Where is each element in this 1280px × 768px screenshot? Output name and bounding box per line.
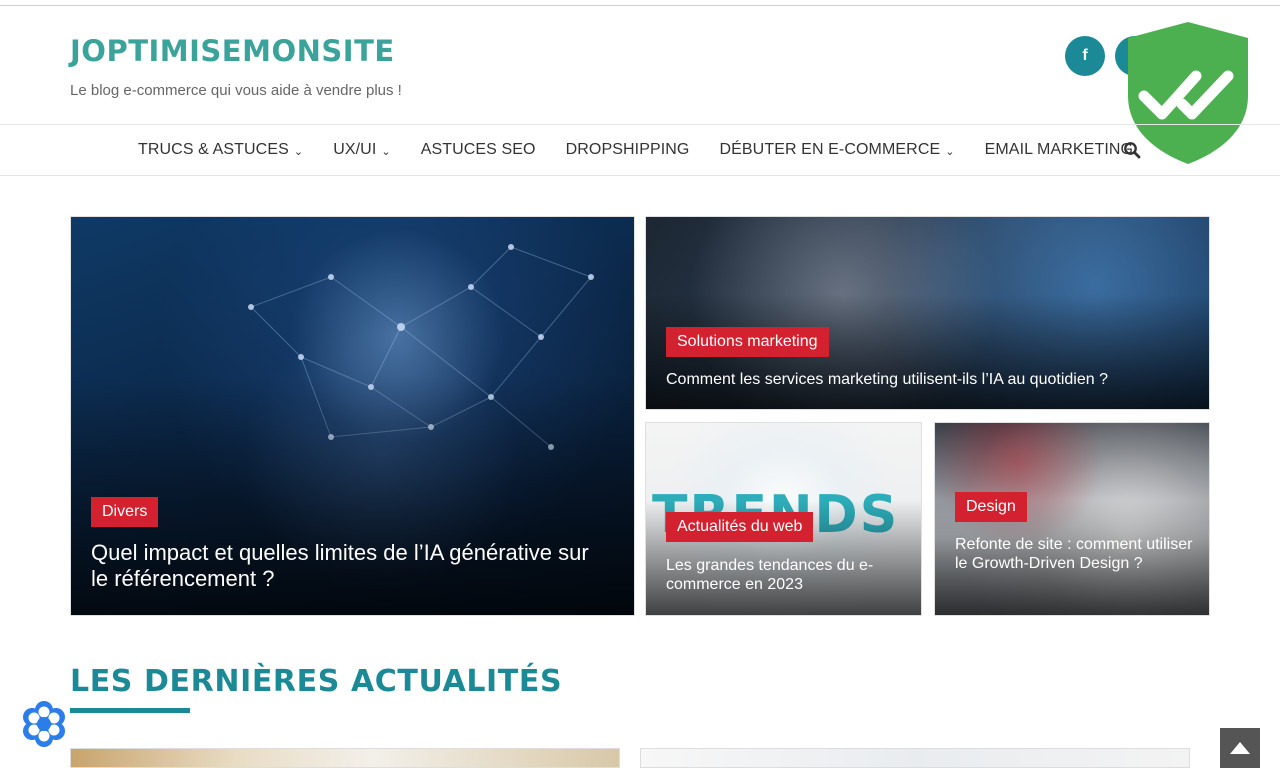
facebook-icon: f — [1082, 47, 1088, 64]
nav-item-astuces-seo[interactable]: ASTUCES SEO — [421, 141, 536, 159]
chevron-down-icon: ⌄ — [293, 145, 304, 158]
site-logo[interactable]: JOPTIMISEMONSITE — [70, 34, 395, 68]
facebook-button[interactable]: f — [1065, 36, 1105, 76]
chevron-down-icon: ⌄ — [945, 145, 955, 158]
nav-label: TRUCS & ASTUCES — [138, 141, 289, 158]
nav-label: DROPSHIPPING — [565, 141, 690, 158]
search-icon[interactable] — [1123, 141, 1141, 159]
category-tag[interactable]: Divers — [91, 497, 159, 527]
category-tag[interactable]: Solutions marketing — [666, 327, 829, 357]
nav-item-trucs-astuces[interactable]: TRUCS & ASTUCES ⌄ — [138, 141, 303, 159]
main-nav: TRUCS & ASTUCES ⌄ UX/UI ⌄ ASTUCES SEO DR… — [0, 124, 1280, 176]
nav-item-email-marketing[interactable]: EMAIL MARKETING — [985, 141, 1133, 159]
nav-label: ASTUCES SEO — [420, 141, 536, 158]
featured-card[interactable]: TRENDS Actualités du web Les grandes ten… — [645, 422, 922, 616]
article-title[interactable]: Comment les services marketing utilisent… — [666, 370, 1108, 389]
chevron-up-icon — [1230, 742, 1250, 754]
nav-item-dropshipping[interactable]: DROPSHIPPING — [566, 141, 690, 159]
article-thumbnail[interactable] — [70, 748, 620, 768]
nav-label: UX/UI — [333, 141, 377, 158]
featured-card[interactable]: Design Refonte de site : comment utilise… — [934, 422, 1210, 616]
featured-card[interactable]: Solutions marketing Comment les services… — [645, 216, 1210, 410]
nav-label: DÉBUTER EN E-COMMERCE — [719, 141, 941, 158]
flower-badge-icon[interactable] — [20, 700, 68, 748]
scroll-to-top-button[interactable] — [1220, 728, 1260, 768]
article-title[interactable]: Les grandes tendances du e-commerce en 2… — [666, 556, 906, 594]
section-underline — [70, 708, 190, 713]
article-title[interactable]: Quel impact et quelles limites de l’IA g… — [91, 540, 591, 593]
nav-label: EMAIL MARKETING — [984, 141, 1134, 158]
featured-card-main[interactable]: Divers Quel impact et quelles limites de… — [70, 216, 635, 616]
site-header: JOPTIMISEMONSITE Le blog e-commerce qui … — [0, 6, 1280, 124]
nav-item-ux-ui[interactable]: UX/UI ⌄ — [333, 141, 391, 159]
category-tag[interactable]: Actualités du web — [666, 512, 814, 542]
site-tagline: Le blog e-commerce qui vous aide à vendr… — [70, 82, 402, 99]
nav-item-debuter-ecommerce[interactable]: DÉBUTER EN E-COMMERCE ⌄ — [719, 141, 954, 159]
section-title: LES DERNIÈRES ACTUALITÉS — [70, 664, 563, 699]
article-thumbnail[interactable] — [640, 748, 1190, 768]
category-tag[interactable]: Design — [955, 492, 1027, 522]
article-title[interactable]: Refonte de site : comment utiliser le Gr… — [955, 535, 1195, 573]
chevron-down-icon: ⌄ — [381, 145, 391, 158]
